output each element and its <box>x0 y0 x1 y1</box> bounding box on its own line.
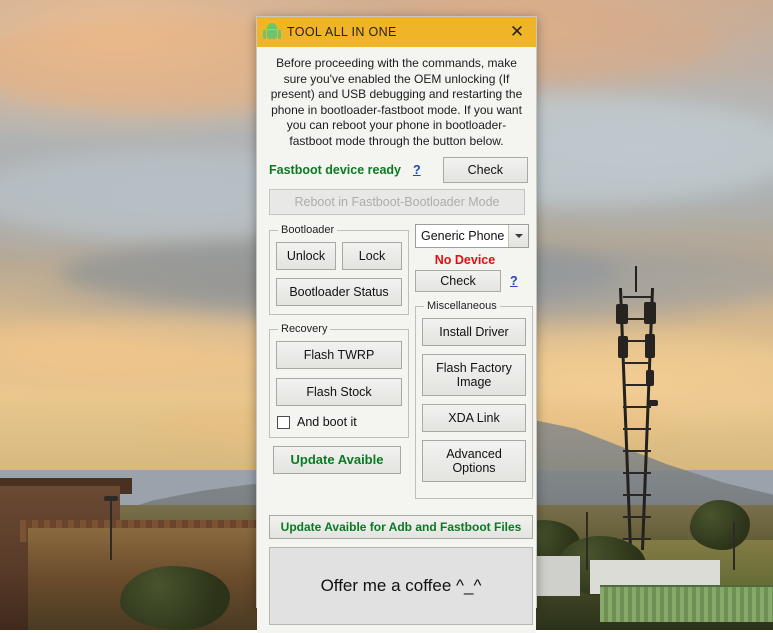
install-driver-button[interactable]: Install Driver <box>422 318 526 346</box>
close-icon[interactable]: ✕ <box>498 17 536 47</box>
and-boot-it-checkbox-row[interactable]: And boot it <box>276 415 402 429</box>
bootloader-status-button[interactable]: Bootloader Status <box>276 278 402 306</box>
fastboot-status-label: Fastboot device ready <box>269 163 401 177</box>
flash-twrp-button[interactable]: Flash TWRP <box>276 341 402 369</box>
flash-factory-image-button[interactable]: Flash Factory Image <box>422 354 526 396</box>
phone-model-select[interactable]: Generic Phone <box>415 224 529 248</box>
offer-coffee-button[interactable]: Offer me a coffee ^_^ <box>269 547 533 625</box>
device-help-link[interactable]: ? <box>510 274 518 288</box>
right-column: Generic Phone No Device Check ? Miscella… <box>415 224 533 507</box>
street-lamp <box>586 512 588 570</box>
reboot-fastboot-bootloader-button[interactable]: Reboot in Fastboot-Bootloader Mode <box>269 189 525 215</box>
device-check-row: Check ? <box>415 270 533 292</box>
lock-button[interactable]: Lock <box>342 242 402 270</box>
street-lamp <box>110 498 112 560</box>
phone-model-value: Generic Phone <box>421 229 505 243</box>
bootloader-group: Bootloader Unlock Lock Bootloader Status <box>269 224 409 315</box>
and-boot-it-checkbox[interactable] <box>277 415 290 429</box>
street-lamp-head <box>104 496 118 501</box>
device-check-button[interactable]: Check <box>415 270 501 292</box>
bootloader-buttons-row: Unlock Lock <box>276 242 402 270</box>
tree <box>690 500 750 550</box>
left-column: Bootloader Unlock Lock Bootloader Status… <box>269 224 409 507</box>
update-adb-fastboot-files-button[interactable]: Update Avaible for Adb and Fastboot File… <box>269 515 533 539</box>
android-robot-icon <box>263 22 281 42</box>
unlock-button[interactable]: Unlock <box>276 242 336 270</box>
tool-all-in-one-window: TOOL ALL IN ONE ✕ Before proceeding with… <box>256 16 537 633</box>
xda-link-button[interactable]: XDA Link <box>422 404 526 432</box>
flash-stock-button[interactable]: Flash Stock <box>276 378 402 406</box>
chevron-down-icon[interactable] <box>508 225 528 247</box>
advanced-options-button[interactable]: Advanced Options <box>422 440 526 482</box>
fastboot-help-link[interactable]: ? <box>413 163 421 177</box>
bootloader-group-legend: Bootloader <box>281 224 335 236</box>
device-status-label: No Device <box>434 253 496 267</box>
fastboot-check-button[interactable]: Check <box>442 157 528 183</box>
cell-tower <box>616 266 658 550</box>
green-roof-structure <box>600 585 773 622</box>
and-boot-it-label: And boot it <box>297 415 357 429</box>
fastboot-status-row: Fastboot device ready ? Check <box>269 157 528 183</box>
instructions-text: Before proceeding with the commands, mak… <box>270 56 523 148</box>
window-title: TOOL ALL IN ONE <box>287 25 397 39</box>
main-columns: Bootloader Unlock Lock Bootloader Status… <box>265 224 533 507</box>
recovery-group-legend: Recovery <box>281 323 328 335</box>
tree <box>120 566 230 630</box>
miscellaneous-group-legend: Miscellaneous <box>427 300 497 312</box>
street-lamp <box>733 522 735 570</box>
recovery-group: Recovery Flash TWRP Flash Stock And boot… <box>269 323 409 438</box>
update-avaible-button[interactable]: Update Avaible <box>273 446 401 474</box>
miscellaneous-group: Miscellaneous Install Driver Flash Facto… <box>415 300 533 499</box>
window-titlebar[interactable]: TOOL ALL IN ONE ✕ <box>257 17 536 47</box>
window-client-area: Before proceeding with the commands, mak… <box>257 47 536 633</box>
